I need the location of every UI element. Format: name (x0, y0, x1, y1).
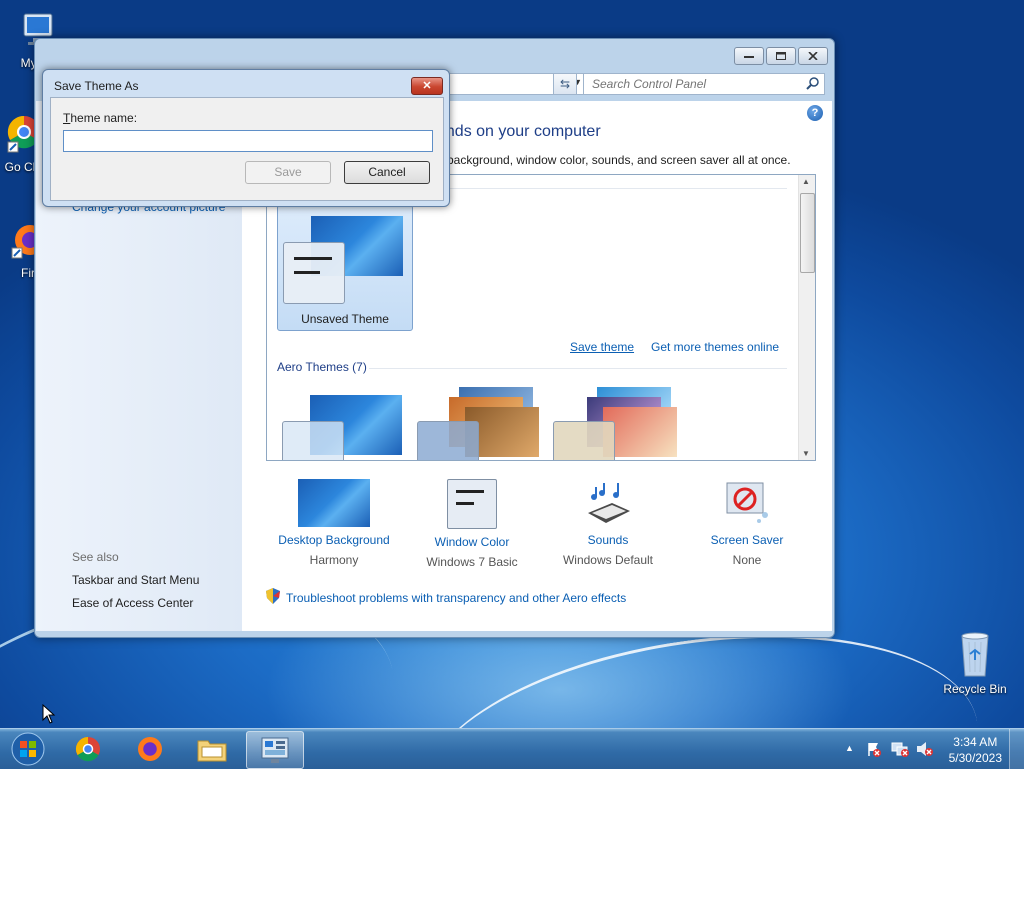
theme-tile-characters[interactable] (553, 387, 677, 460)
desktop-icon-recycle-bin[interactable]: Recycle Bin (937, 628, 1013, 696)
save-theme-dialog: Save Theme As ✕ Theme name: Save Cancel (42, 69, 450, 207)
clock-date: 5/30/2023 (948, 751, 1002, 765)
theme-tile-windows7[interactable] (282, 393, 406, 460)
theme-tile-architecture[interactable] (417, 387, 541, 460)
recycle-bin-icon (955, 628, 995, 680)
chrome-icon (75, 736, 100, 762)
divider (369, 368, 787, 369)
sidebar-link-taskbar-start-menu[interactable]: Taskbar and Start Menu (72, 573, 199, 587)
theme-tile-unsaved[interactable]: Unsaved Theme (277, 205, 413, 331)
network-icon[interactable] (891, 741, 909, 760)
window-caption-buttons (734, 47, 828, 65)
taskbar-file-explorer[interactable] (186, 731, 238, 767)
minimize-button[interactable] (734, 47, 764, 65)
scroll-down-arrow-icon[interactable]: ▼ (802, 449, 810, 458)
dialog-close-button[interactable]: ✕ (411, 77, 443, 95)
window-color-thumb (282, 421, 344, 460)
get-more-themes-link[interactable]: Get more themes online (651, 340, 779, 354)
window-color-item[interactable]: Window Color Windows 7 Basic (402, 479, 542, 569)
show-hidden-icons-button[interactable]: ▲ (845, 743, 854, 753)
maximize-button[interactable] (766, 47, 796, 65)
refresh-button[interactable]: ⇆ (553, 73, 577, 95)
start-button[interactable] (2, 731, 54, 767)
search-icon[interactable] (806, 76, 820, 93)
sounds-link[interactable]: Sounds (538, 533, 678, 547)
shield-icon (266, 588, 280, 607)
see-also-heading: See also (72, 550, 119, 564)
system-clock[interactable]: 3:34 AM 5/30/2023 (949, 734, 1002, 766)
search-input[interactable] (590, 74, 794, 94)
themes-list: Unsaved Theme Save theme Get more themes… (266, 174, 816, 461)
window-color-value: Windows 7 Basic (426, 555, 518, 569)
screen-saver-value: None (732, 553, 762, 567)
page-subtitle: p background, window color, sounds, and … (437, 153, 791, 167)
desktop-background-item[interactable]: Desktop Background Harmony (264, 479, 404, 567)
minimize-icon (735, 48, 763, 64)
themes-scrollbar[interactable]: ▲ ▼ (798, 175, 815, 460)
window-color-icon (447, 479, 497, 529)
window-color-thumb (283, 242, 345, 304)
troubleshoot-row[interactable]: Troubleshoot problems with transparency … (266, 588, 626, 607)
desktop-icon-label: Fir (21, 266, 35, 280)
cancel-button[interactable]: Cancel (344, 161, 430, 184)
theme-name-input[interactable] (63, 130, 433, 152)
window-color-link[interactable]: Window Color (402, 535, 542, 549)
maximize-icon (767, 48, 795, 64)
close-window-button[interactable] (798, 47, 828, 65)
windows-logo-icon (11, 732, 45, 766)
close-icon: ✕ (422, 80, 432, 92)
desktop-background-value: Harmony (309, 553, 359, 567)
firefox-icon (138, 737, 162, 761)
theme-name-label-text: heme name: (70, 111, 138, 125)
mouse-cursor-icon (42, 703, 56, 727)
sounds-item[interactable]: Sounds Windows Default (538, 479, 678, 567)
taskbar-chrome[interactable] (62, 731, 114, 767)
desktop-background-icon (298, 479, 370, 527)
desktop-background-link[interactable]: Desktop Background (264, 533, 404, 547)
action-center-flag-icon[interactable] (866, 741, 882, 760)
search-box[interactable] (583, 73, 825, 95)
show-desktop-button[interactable] (1009, 729, 1024, 769)
dialog-title: Save Theme As (54, 79, 139, 93)
control-panel-icon (261, 737, 289, 763)
page-title: unds on your computer (437, 123, 601, 140)
dialog-body: Theme name: Save Cancel (50, 97, 444, 201)
close-icon (799, 48, 827, 64)
aero-themes-heading: Aero Themes (7) (277, 360, 367, 374)
taskbar-control-panel[interactable] (246, 731, 304, 769)
folder-icon (197, 740, 227, 762)
troubleshoot-link[interactable]: Troubleshoot problems with transparency … (286, 591, 626, 605)
theme-name-label: Theme name: (63, 111, 137, 125)
theme-tile-label: Unsaved Theme (301, 312, 389, 326)
sidebar-link-ease-of-access[interactable]: Ease of Access Center (72, 596, 193, 610)
save-theme-link[interactable]: Save theme (570, 340, 634, 354)
window-color-thumb (417, 421, 479, 460)
screen-saver-link[interactable]: Screen Saver (677, 533, 817, 547)
clock-time: 3:34 AM (953, 735, 998, 749)
sounds-icon (582, 479, 634, 527)
scroll-up-arrow-icon[interactable]: ▲ (802, 177, 810, 186)
taskbar: ▲ 3:34 AM 5/30/2023 (0, 728, 1024, 769)
volume-muted-icon[interactable] (916, 741, 934, 760)
help-icon[interactable]: ? (807, 105, 823, 121)
refresh-icon: ⇆ (559, 77, 571, 91)
sounds-value: Windows Default (562, 553, 654, 567)
screen-saver-item[interactable]: Screen Saver None (677, 479, 817, 567)
desktop-icon-label: Recycle Bin (943, 682, 1007, 696)
taskbar-firefox[interactable] (124, 731, 176, 767)
save-button[interactable]: Save (245, 161, 331, 184)
window-color-thumb (553, 421, 615, 460)
screen-saver-icon (721, 479, 773, 527)
scrollbar-thumb[interactable] (800, 193, 815, 273)
